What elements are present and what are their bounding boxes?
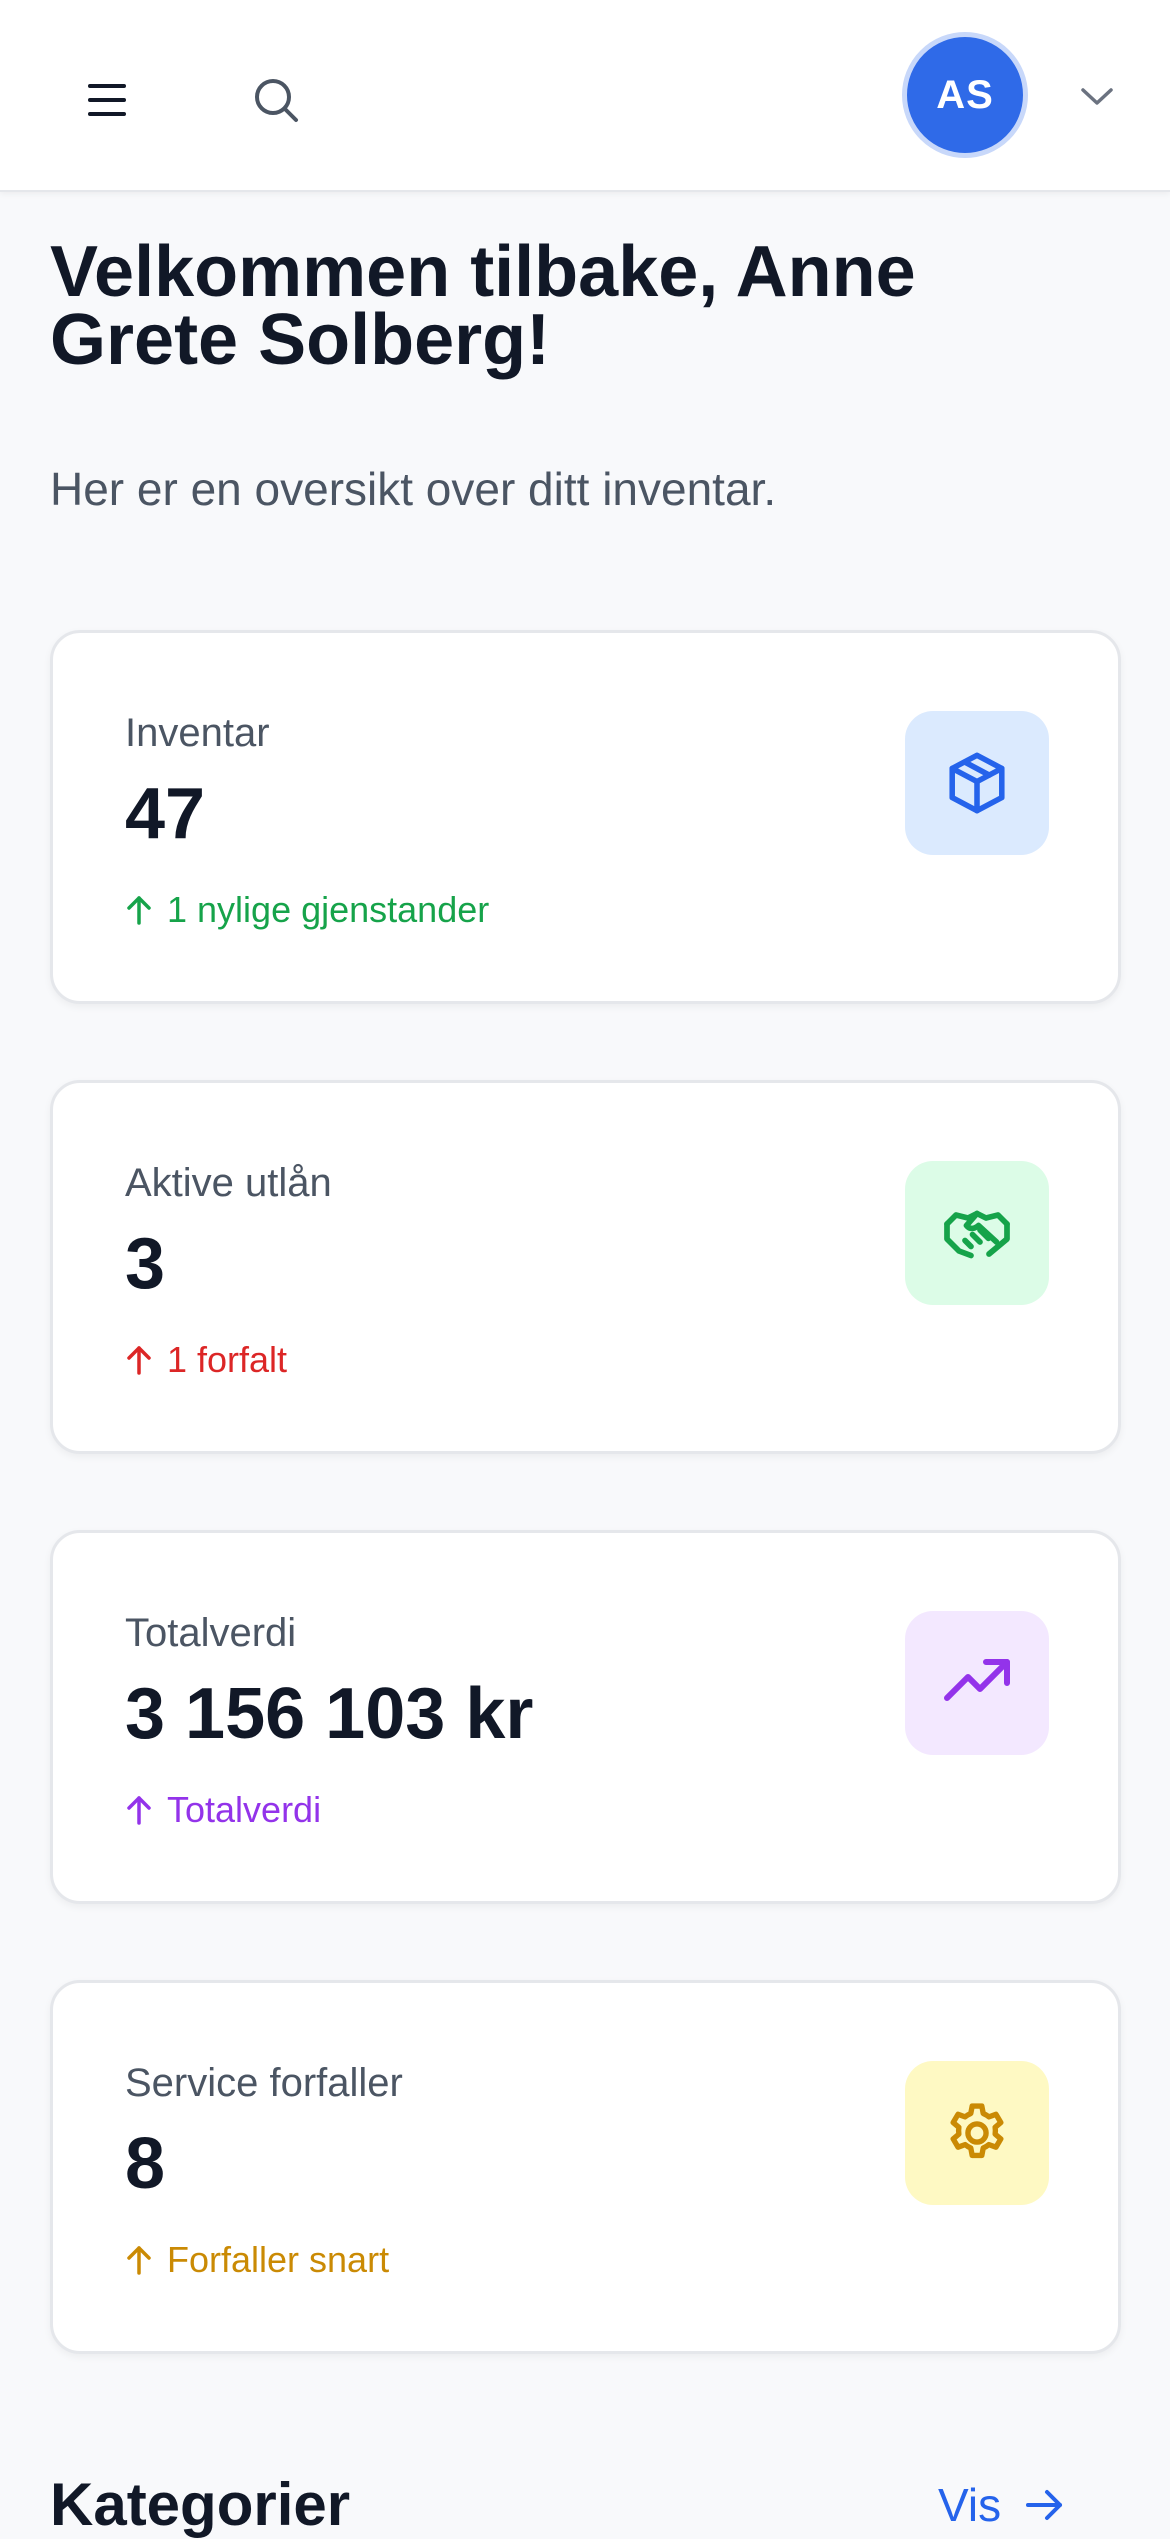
avatar-initials: AS <box>936 72 994 117</box>
arrow-up-icon <box>125 1344 153 1376</box>
user-menu-toggle[interactable] <box>1072 72 1122 122</box>
stat-value: 8 <box>125 2124 166 2204</box>
search-button[interactable] <box>236 60 316 140</box>
stat-card-inventory[interactable]: Inventar 47 1 nylige gjenstander <box>50 630 1121 1004</box>
stat-label: Inventar <box>125 711 270 755</box>
stat-card-service-due[interactable]: Service forfaller 8 Forfaller snart <box>50 1980 1121 2354</box>
gear-icon <box>950 2103 1004 2159</box>
stat-icon-box <box>905 2061 1049 2205</box>
stat-value: 3 <box>125 1224 166 1304</box>
user-avatar[interactable]: AS <box>902 32 1028 158</box>
stat-label: Service forfaller <box>125 2061 403 2105</box>
top-bar: AS <box>0 0 1170 192</box>
stat-trend: 1 nylige gjenstander <box>125 889 489 931</box>
menu-button[interactable] <box>68 60 148 140</box>
trending-up-icon <box>944 1659 1010 1701</box>
stat-trend-text: 1 forfalt <box>167 1339 288 1380</box>
stat-icon-box <box>905 1161 1049 1305</box>
stat-value: 47 <box>125 774 206 854</box>
chevron-down-icon <box>1081 88 1113 105</box>
arrow-up-icon <box>125 2244 153 2276</box>
categories-show-label: Vis <box>938 2479 1002 2531</box>
categories-show-link[interactable]: Vis <box>938 2478 1065 2532</box>
page-subtitle: Her er en oversikt over ditt inventar. <box>50 463 777 515</box>
stat-label: Aktive utlån <box>125 1161 332 1205</box>
stat-trend-text: Forfaller snart <box>167 2239 390 2280</box>
stat-icon-box <box>905 711 1049 855</box>
stat-trend-text: Totalverdi <box>167 1789 322 1830</box>
stat-trend: 1 forfalt <box>125 1339 287 1381</box>
arrow-up-icon <box>125 1794 153 1826</box>
stat-trend-text: 1 nylige gjenstander <box>167 889 490 930</box>
stat-trend: Totalverdi <box>125 1789 321 1831</box>
stat-label: Totalverdi <box>125 1611 297 1655</box>
search-icon <box>255 79 298 122</box>
stat-icon-box <box>905 1611 1049 1755</box>
arrow-up-icon <box>125 894 153 926</box>
box-icon <box>949 752 1005 814</box>
page-title: Velkommen tilbake, Anne Grete Solberg! <box>50 232 916 380</box>
stat-card-total-value[interactable]: Totalverdi 3 156 103 kr Totalverdi <box>50 1530 1121 1904</box>
categories-title: Kategorier <box>50 2471 351 2538</box>
stat-value: 3 156 103 kr <box>125 1674 534 1754</box>
hamburger-menu-icon <box>88 84 126 116</box>
stat-trend: Forfaller snart <box>125 2239 389 2281</box>
handshake-icon <box>944 1210 1010 1259</box>
stat-card-active-loans[interactable]: Aktive utlån 3 1 forfalt <box>50 1080 1121 1454</box>
arrow-right-icon <box>1025 2487 1065 2523</box>
